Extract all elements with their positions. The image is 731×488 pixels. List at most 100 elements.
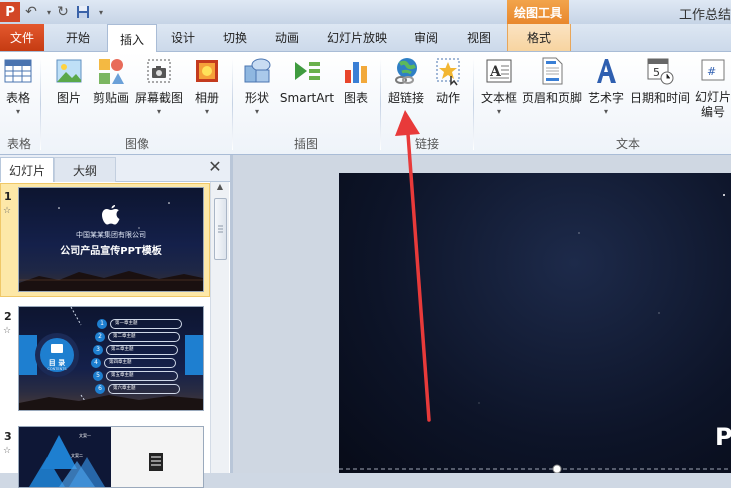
screenshot-icon xyxy=(144,56,174,86)
animation-star-icon: ☆ xyxy=(3,206,12,216)
animation-star-icon: ☆ xyxy=(3,326,12,336)
close-icon[interactable]: ✕ xyxy=(207,159,223,175)
customize-quick-access-icon[interactable]: ▾ xyxy=(92,3,110,21)
slide-1-title: 公司产品宣传PPT模板 xyxy=(60,246,162,257)
tab-slideshow[interactable]: 幻灯片放映 xyxy=(320,24,394,51)
clipart-button[interactable]: 剪贴画 xyxy=(91,56,131,106)
tab-review[interactable]: 审阅 xyxy=(404,24,448,51)
group-label-tables: 表格 xyxy=(6,137,31,151)
tab-insert[interactable]: 插入 xyxy=(107,24,157,53)
tab-format[interactable]: 格式 xyxy=(507,24,571,51)
slide-3-label-b: 文案二 xyxy=(71,453,83,458)
slide-1-company: 中国某某集团有限公司 xyxy=(76,231,146,239)
photo-album-icon xyxy=(192,56,222,86)
hyperlink-button[interactable]: 超链接 xyxy=(386,56,426,106)
slide-3-art xyxy=(29,427,203,487)
slide-thumbnail-3[interactable]: 文案一 文案二 xyxy=(18,426,204,488)
toc-item-label: 第五章主题 xyxy=(106,371,178,381)
toc-item: 6 第六章主题 xyxy=(95,384,180,394)
group-label-illustrations: 插图 xyxy=(293,137,318,151)
main-slide-canvas[interactable]: P xyxy=(339,173,731,473)
toc-item-number: 4 xyxy=(91,358,101,368)
animation-star-icon: ☆ xyxy=(3,446,12,456)
panel-scrollbar[interactable]: ▲ xyxy=(210,182,229,473)
table-icon xyxy=(3,56,33,86)
shapes-button[interactable]: 形状 ▾ xyxy=(238,56,276,116)
title-bar: P ↶ ▾ ↻ ▾ 绘图工具 工作总结 xyxy=(0,0,731,25)
toc-item-number: 2 xyxy=(95,332,105,342)
slides-list: 1 ☆ 中国某某集团有限公司 公司产品宣传PPT模板 2 ☆ 目 录 CONTE… xyxy=(0,182,212,488)
main-slide-partial-text: P xyxy=(715,423,731,451)
toc-item-label: 第二章主题 xyxy=(108,332,180,342)
slide-number-button[interactable]: # 幻灯片 编号 xyxy=(693,56,731,120)
apple-logo-icon xyxy=(102,205,120,225)
tab-file[interactable]: 文件 xyxy=(0,24,44,51)
smartart-button[interactable]: SmartArt xyxy=(280,56,334,106)
screenshot-button[interactable]: 屏幕截图 ▾ xyxy=(134,56,184,116)
wordart-icon xyxy=(591,56,621,86)
slide-2-toc-subtitle: CONTENTS xyxy=(47,367,67,371)
save-icon[interactable] xyxy=(74,3,92,21)
undo-icon[interactable]: ↶ xyxy=(22,3,40,21)
slide-number: 2 xyxy=(4,310,12,323)
clipart-icon xyxy=(96,56,126,86)
tab-view[interactable]: 视图 xyxy=(457,24,501,51)
action-button[interactable]: 动作 xyxy=(431,56,465,106)
toc-item-number: 5 xyxy=(93,371,103,381)
photo-album-button[interactable]: 相册 ▾ xyxy=(190,56,224,116)
toc-item: 5 第五章主题 xyxy=(93,371,178,381)
tab-home[interactable]: 开始 xyxy=(56,24,100,51)
toc-item: 1 第一章主题 xyxy=(97,319,182,329)
toc-item-label: 第一章主题 xyxy=(110,319,182,329)
header-footer-button[interactable]: 页眉和页脚 xyxy=(522,56,582,106)
group-label-images: 图像 xyxy=(124,137,149,151)
tab-design[interactable]: 设计 xyxy=(161,24,205,51)
calendar-clock-icon: 5 xyxy=(645,56,675,86)
redo-icon[interactable]: ↻ xyxy=(54,3,72,21)
chart-button[interactable]: 图表 xyxy=(338,56,374,106)
svg-text:5: 5 xyxy=(653,66,660,79)
panel-tab-row: 幻灯片 大纲 ✕ xyxy=(0,155,230,182)
table-button[interactable]: 表格 ▾ xyxy=(0,56,36,116)
group-divider xyxy=(473,58,474,150)
scroll-up-arrow-icon[interactable]: ▲ xyxy=(211,182,229,196)
picture-icon xyxy=(54,56,84,86)
group-divider xyxy=(380,58,381,150)
slide-thumbnail-2[interactable]: 目 录 CONTENTS 1 第一章主题 2 第二章主题 3 第三章主题 4 第四章主题 5 第五… xyxy=(18,306,204,411)
slide-number: 1 xyxy=(4,190,12,203)
toc-item: 2 第二章主题 xyxy=(95,332,180,342)
shapes-icon xyxy=(242,56,272,86)
main-slide-stars xyxy=(339,194,731,473)
ribbon-insert: 表格 ▾ 表格 图片 剪贴画 屏幕截图 ▾ 相册 ▾ 图像 形状 ▾ Smart… xyxy=(0,52,731,155)
group-label-text: 文本 xyxy=(615,137,640,151)
drawing-tools-context-label: 绘图工具 xyxy=(507,0,569,25)
group-divider xyxy=(232,58,233,150)
toc-item-number: 3 xyxy=(93,345,103,355)
action-star-icon xyxy=(433,56,463,86)
window-title: 工作总结 xyxy=(678,8,731,23)
date-time-button[interactable]: 5 日期和时间 xyxy=(628,56,692,106)
toc-item-number: 6 xyxy=(95,384,105,394)
chart-icon xyxy=(341,56,371,86)
toc-item-label: 第六章主题 xyxy=(108,384,180,394)
tab-transitions[interactable]: 切换 xyxy=(213,24,257,51)
powerpoint-app-icon[interactable]: P xyxy=(0,2,20,22)
textbox-icon: A xyxy=(484,56,514,86)
wordart-button[interactable]: 艺术字 ▾ xyxy=(586,56,626,116)
toc-item: 3 第三章主题 xyxy=(93,345,178,355)
slide-thumbnail-1[interactable]: 中国某某集团有限公司 公司产品宣传PPT模板 xyxy=(18,187,204,292)
toc-item-label: 第四章主题 xyxy=(104,358,176,368)
tab-animations[interactable]: 动画 xyxy=(265,24,309,51)
tab-slides[interactable]: 幻灯片 xyxy=(0,157,54,182)
smartart-icon xyxy=(292,56,322,86)
scroll-thumb[interactable] xyxy=(214,198,227,260)
textbox-button[interactable]: A 文本框 ▾ xyxy=(478,56,520,116)
svg-text:#: # xyxy=(707,65,716,78)
tab-outline[interactable]: 大纲 xyxy=(54,157,116,182)
slide-thumbnail-panel: 幻灯片 大纲 ✕ 1 ☆ 中国某某集团有限公司 公司产品宣传PPT模板 2 ☆ xyxy=(0,155,230,488)
picture-button[interactable]: 图片 xyxy=(50,56,88,106)
globe-link-icon xyxy=(391,56,421,86)
slide-3-label-a: 文案一 xyxy=(79,433,91,438)
slide-number: 3 xyxy=(4,430,12,443)
toc-item-label: 第三章主题 xyxy=(106,345,178,355)
